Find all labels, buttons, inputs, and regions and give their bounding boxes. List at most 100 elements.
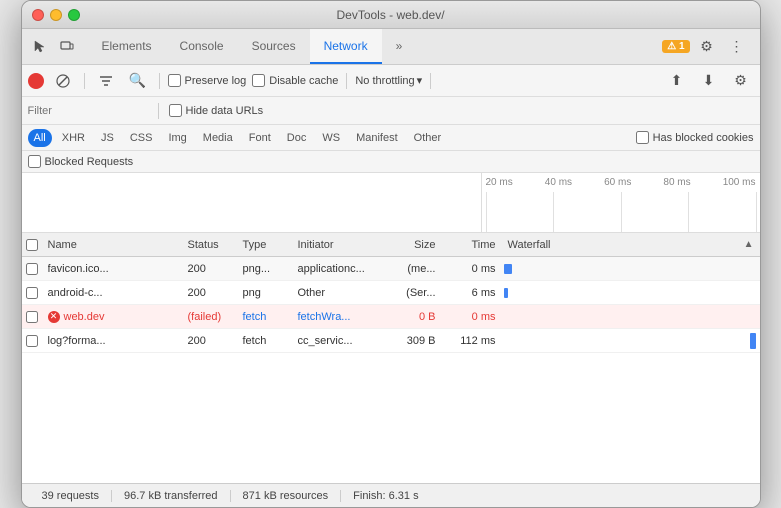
cell-type: png <box>237 287 292 299</box>
select-all-checkbox[interactable] <box>26 239 38 251</box>
th-size[interactable]: Size <box>382 239 442 251</box>
sort-arrow-icon: ▲ <box>744 239 754 250</box>
th-waterfall[interactable]: Waterfall ▲ <box>502 239 760 251</box>
row-checkbox-cell <box>22 263 42 275</box>
filter-button[interactable] <box>93 68 119 94</box>
close-button[interactable] <box>32 9 44 21</box>
cell-size: 0 B <box>382 311 442 323</box>
cell-waterfall <box>502 329 760 352</box>
tick-20ms: 20 ms <box>486 177 513 188</box>
tab-more[interactable]: » <box>382 29 417 64</box>
filter-type-ws[interactable]: WS <box>316 129 346 147</box>
row-checkbox[interactable] <box>26 311 38 323</box>
filter-input[interactable] <box>28 105 148 117</box>
cell-status: 200 <box>182 263 237 275</box>
tabs-left-icons <box>26 29 88 64</box>
blocked-requests-row: Blocked Requests <box>22 151 760 173</box>
blocked-requests-checkbox[interactable] <box>28 155 41 168</box>
filter-type-other[interactable]: Other <box>408 129 448 147</box>
table-row[interactable]: log?forma... 200 fetch cc_servic... 309 … <box>22 329 760 353</box>
filter-type-font[interactable]: Font <box>243 129 277 147</box>
filter-type-js[interactable]: JS <box>95 129 120 147</box>
maximize-button[interactable] <box>68 9 80 21</box>
cell-time: 0 ms <box>442 263 502 275</box>
filter-type-css[interactable]: CSS <box>124 129 159 147</box>
row-checkbox-cell <box>22 287 42 299</box>
cell-waterfall <box>502 281 760 304</box>
tick-40ms: 40 ms <box>545 177 572 188</box>
filter-type-all[interactable]: All <box>28 129 52 147</box>
filter-type-manifest[interactable]: Manifest <box>350 129 404 147</box>
table-row-error[interactable]: ✕ web.dev (failed) fetch fetchWra... 0 B… <box>22 305 760 329</box>
cell-status: 200 <box>182 287 237 299</box>
separator-1 <box>84 73 85 89</box>
th-name[interactable]: Name <box>42 239 182 251</box>
hide-data-urls-label[interactable]: Hide data URLs <box>169 104 264 117</box>
window-title: DevTools - web.dev/ <box>336 8 444 22</box>
cell-waterfall <box>502 305 760 328</box>
cell-size: (me... <box>382 263 442 275</box>
minimize-button[interactable] <box>50 9 62 21</box>
inspect-cursor-button[interactable] <box>26 34 52 60</box>
table-header: Name Status Type Initiator Size Time Wat… <box>22 233 760 257</box>
preserve-log-checkbox[interactable] <box>168 74 181 87</box>
clear-button[interactable] <box>50 68 76 94</box>
th-type[interactable]: Type <box>237 239 292 251</box>
tick-60ms: 60 ms <box>604 177 631 188</box>
table-row[interactable]: favicon.ico... 200 png... applicationc..… <box>22 257 760 281</box>
disable-cache-label[interactable]: Disable cache <box>252 74 338 87</box>
filter-sep <box>158 103 159 119</box>
filter-type-doc[interactable]: Doc <box>281 129 313 147</box>
tab-elements[interactable]: Elements <box>88 29 166 64</box>
transferred-size: 96.7 kB transferred <box>112 490 231 502</box>
cell-type: fetch <box>237 335 292 347</box>
device-toggle-button[interactable] <box>54 34 80 60</box>
record-button[interactable] <box>28 73 44 89</box>
has-blocked-cookies-label[interactable]: Has blocked cookies <box>636 131 754 144</box>
cell-initiator: applicationc... <box>292 263 382 275</box>
network-settings-button[interactable]: ⚙ <box>728 68 754 94</box>
throttle-select[interactable]: No throttling ▾ <box>355 74 422 87</box>
separator-3 <box>346 73 347 89</box>
tab-network[interactable]: Network <box>310 29 382 64</box>
th-time[interactable]: Time <box>442 239 502 251</box>
tab-sources[interactable]: Sources <box>238 29 310 64</box>
has-blocked-cookies-checkbox[interactable] <box>636 131 649 144</box>
network-table: Name Status Type Initiator Size Time Wat… <box>22 233 760 483</box>
separator-4 <box>430 73 431 89</box>
import-button[interactable]: ⬆ <box>664 68 690 94</box>
filter-type-img[interactable]: Img <box>162 129 192 147</box>
traffic-lights <box>32 9 80 21</box>
filter-types-row: All XHR JS CSS Img Media Font Doc WS Man… <box>22 125 760 151</box>
row-checkbox[interactable] <box>26 263 38 275</box>
th-status[interactable]: Status <box>182 239 237 251</box>
export-button[interactable]: ⬇ <box>696 68 722 94</box>
th-initiator[interactable]: Initiator <box>292 239 382 251</box>
hide-data-urls-checkbox[interactable] <box>169 104 182 117</box>
cell-status-failed: (failed) <box>182 311 237 323</box>
search-button[interactable]: 🔍 <box>125 68 151 94</box>
cell-type: png... <box>237 263 292 275</box>
upload-download-icons: ⬆ ⬇ <box>664 68 722 94</box>
cell-time: 6 ms <box>442 287 502 299</box>
tab-console[interactable]: Console <box>166 29 238 64</box>
row-checkbox[interactable] <box>26 335 38 347</box>
cell-initiator: Other <box>292 287 382 299</box>
cell-time: 112 ms <box>442 335 502 347</box>
more-options-button[interactable]: ⋮ <box>724 34 750 60</box>
filter-type-media[interactable]: Media <box>197 129 239 147</box>
preserve-log-label[interactable]: Preserve log <box>168 74 247 87</box>
blocked-requests-label[interactable]: Blocked Requests <box>28 155 134 168</box>
table-row[interactable]: android-c... 200 png Other (Ser... 6 ms <box>22 281 760 305</box>
tick-100ms: 100 ms <box>723 177 756 188</box>
cell-name: log?forma... <box>42 335 182 347</box>
row-checkbox[interactable] <box>26 287 38 299</box>
status-bar: 39 requests 96.7 kB transferred 871 kB r… <box>22 483 760 507</box>
cell-status: 200 <box>182 335 237 347</box>
devtools-panel: Elements Console Sources Network » ⚠ 1 ⚙ <box>22 29 760 507</box>
warning-badge[interactable]: ⚠ 1 <box>662 40 689 53</box>
settings-button[interactable]: ⚙ <box>694 34 720 60</box>
throttle-arrow-icon: ▾ <box>417 74 423 87</box>
disable-cache-checkbox[interactable] <box>252 74 265 87</box>
filter-type-xhr[interactable]: XHR <box>56 129 91 147</box>
